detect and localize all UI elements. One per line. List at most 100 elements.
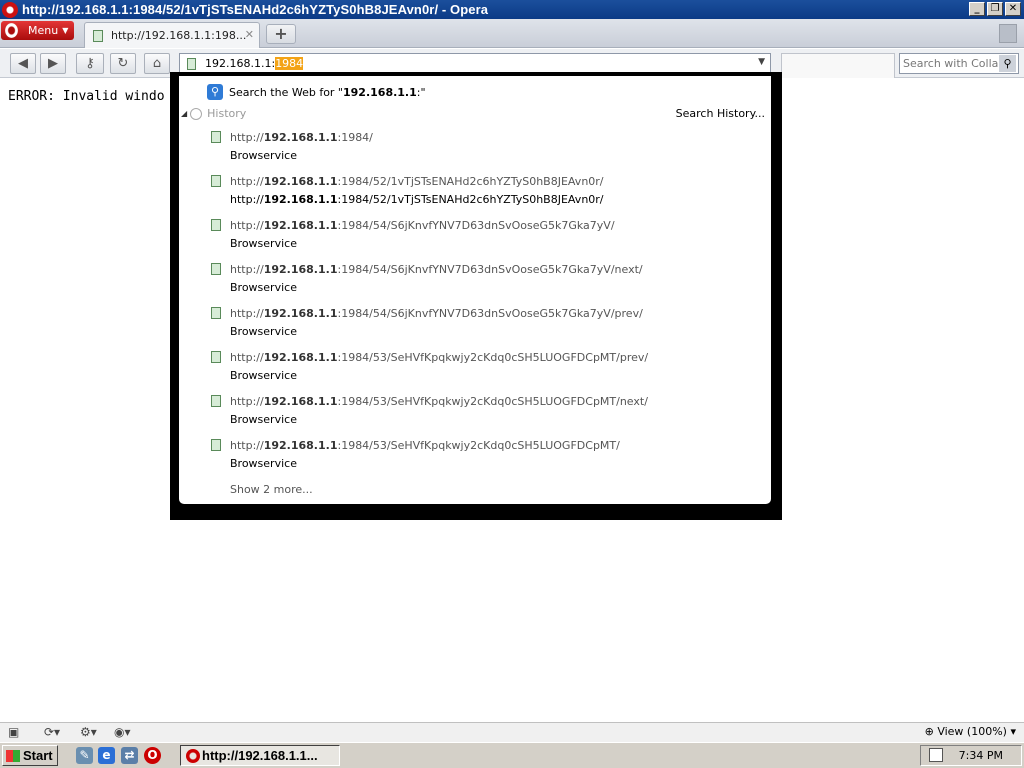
zoom-control[interactable]: ⊕ View (100%) ▾: [925, 725, 1016, 738]
history-url: http://192.168.1.1:1984/54/S6jKnvfYNV7D6…: [230, 263, 643, 276]
search-web-text: Search the Web for "192.168.1.1:": [229, 86, 426, 99]
page-favicon-icon: [93, 29, 103, 42]
url-host: 192.168.1.1: [263, 307, 338, 320]
page-favicon-icon: [211, 307, 221, 319]
task-label: http://192.168.1.1...: [202, 748, 318, 763]
taskbar-opera-window[interactable]: http://192.168.1.1...: [180, 745, 340, 766]
search-web-suggestion[interactable]: ⚲ Search the Web for "192.168.1.1:": [207, 84, 426, 100]
forward-button[interactable]: ▶: [40, 53, 66, 74]
search-web-host: 192.168.1.1: [343, 85, 417, 99]
windows-taskbar: Start ✎ e ⇄ O http://192.168.1.1... 7:34…: [0, 742, 1024, 768]
address-selected-port: 1984: [275, 57, 304, 70]
history-url: http://192.168.1.1:1984/: [230, 131, 373, 144]
url-host: 192.168.1.1: [263, 263, 338, 276]
show-more-link[interactable]: Show 2 more...: [230, 483, 313, 496]
address-field[interactable]: 192.168.1.1:1984 ▼: [179, 53, 771, 74]
history-item[interactable]: http://192.168.1.1:1984/ Browservice: [211, 129, 751, 169]
history-title: Browservice: [230, 413, 297, 426]
history-title: Browservice: [230, 325, 297, 338]
history-title: Browservice: [230, 281, 297, 294]
home-button[interactable]: ⌂: [144, 53, 170, 74]
key-icon: ⚷: [85, 56, 95, 71]
wand-button[interactable]: ⚷: [76, 53, 104, 74]
restore-button[interactable]: ❐: [987, 2, 1003, 16]
trash-icon[interactable]: [999, 24, 1017, 43]
network-app-icon[interactable]: ⇄: [121, 747, 138, 764]
history-url: http://192.168.1.1:1984/54/S6jKnvfYNV7D6…: [230, 307, 643, 320]
search-web-prefix: Search the Web for ": [229, 85, 343, 99]
url-host: 192.168.1.1: [263, 439, 338, 452]
arrow-right-icon: ▶: [48, 56, 58, 71]
page-favicon-icon: [211, 439, 221, 451]
history-item[interactable]: http://192.168.1.1:1984/54/S6jKnvfYNV7D6…: [211, 305, 751, 345]
tab-current[interactable]: http://192.168.1.1:198... ✕: [84, 22, 260, 48]
history-item[interactable]: http://192.168.1.1:1984/54/S6jKnvfYNV7D6…: [211, 261, 751, 301]
page-error-text: ERROR: Invalid windo: [8, 89, 165, 104]
page-favicon-icon: [211, 219, 221, 231]
minimize-button[interactable]: _: [969, 2, 985, 16]
history-url: http://192.168.1.1:1984/53/SeHVfKpqkwjy2…: [230, 351, 648, 364]
url-host: 192.168.1.1: [263, 175, 338, 188]
panel-toggle-icon[interactable]: ▣: [8, 725, 19, 739]
tab-bar: Menu ▼ http://192.168.1.1:198... ✕ +: [0, 19, 1024, 48]
history-item[interactable]: http://192.168.1.1:1984/53/SeHVfKpqkwjy2…: [211, 393, 751, 433]
sync-icon[interactable]: ⟳▾: [44, 725, 60, 739]
tray-clock: 7:34 PM: [958, 749, 1003, 762]
tab-close-icon[interactable]: ✕: [245, 28, 254, 41]
opera-o-icon: [186, 748, 200, 763]
search-icon[interactable]: ⚲: [999, 55, 1016, 72]
title-host: 192.168.1.1: [263, 193, 338, 206]
show-desktop-icon[interactable]: ✎: [76, 747, 93, 764]
url-prefix: http://: [230, 439, 264, 452]
back-button[interactable]: ◀: [10, 53, 36, 74]
reload-button[interactable]: ↻: [110, 53, 136, 74]
title-path: :1984/52/1vTjSTsENAHd2c6hYZTyS0hB8JEAvn0…: [337, 193, 604, 206]
opera-o-icon: [5, 23, 18, 38]
url-path: :1984/53/SeHVfKpqkwjy2cKdq0cSH5LUOGFDCpM…: [337, 439, 620, 452]
address-dropdown-icon[interactable]: ▼: [758, 57, 765, 67]
history-url: http://192.168.1.1:1984/54/S6jKnvfYNV7D6…: [230, 219, 615, 232]
turbo-icon[interactable]: ◉▾: [114, 725, 131, 739]
search-icon: ⚲: [207, 84, 223, 100]
page-thumbnail: [781, 53, 895, 78]
history-url: http://192.168.1.1:1984/52/1vTjSTsENAHd2…: [230, 175, 604, 188]
page-favicon-icon: [187, 57, 196, 70]
home-icon: ⌂: [152, 56, 162, 71]
address-text: 192.168.1.1:1984: [205, 57, 304, 70]
search-history-link[interactable]: Search History...: [676, 107, 765, 120]
start-label: Start: [23, 748, 53, 763]
history-section-header[interactable]: ◢ History: [181, 107, 246, 120]
history-title: http://192.168.1.1:1984/52/1vTjSTsENAHd2…: [230, 193, 604, 206]
url-path: :1984/54/S6jKnvfYNV7D63dnSvOoseG5k7Gka7y…: [337, 307, 643, 320]
collapse-triangle-icon: ◢: [181, 109, 188, 118]
title-prefix: http://: [230, 193, 264, 206]
url-path: :1984/54/S6jKnvfYNV7D63dnSvOoseG5k7Gka7y…: [337, 219, 615, 232]
history-item[interactable]: http://192.168.1.1:1984/54/S6jKnvfYNV7D6…: [211, 217, 751, 257]
network-icon[interactable]: ⚙▾: [80, 725, 97, 739]
history-title: Browservice: [230, 149, 297, 162]
opera-menu-button[interactable]: Menu ▼: [1, 21, 74, 40]
system-tray: 7:34 PM: [920, 745, 1022, 766]
menu-label: Menu: [28, 24, 59, 37]
history-url: http://192.168.1.1:1984/53/SeHVfKpqkwjy2…: [230, 395, 648, 408]
tray-network-icon[interactable]: [929, 748, 943, 762]
close-button[interactable]: ✕: [1005, 2, 1021, 16]
search-web-suffix: :": [416, 85, 426, 99]
url-path: :1984/52/1vTjSTsENAHd2c6hYZTyS0hB8JEAvn0…: [337, 175, 604, 188]
url-prefix: http://: [230, 219, 264, 232]
new-tab-button[interactable]: +: [266, 24, 296, 44]
history-item[interactable]: http://192.168.1.1:1984/53/SeHVfKpqkwjy2…: [211, 437, 751, 477]
page-favicon-icon: [211, 131, 221, 143]
history-item[interactable]: http://192.168.1.1:1984/53/SeHVfKpqkwjy2…: [211, 349, 751, 389]
url-prefix: http://: [230, 307, 264, 320]
url-prefix: http://: [230, 175, 264, 188]
search-input[interactable]: Search with Collab' ⚲: [899, 53, 1019, 74]
history-item[interactable]: http://192.168.1.1:1984/52/1vTjSTsENAHd2…: [211, 173, 751, 213]
opera-logo-icon: [2, 1, 18, 18]
windows-logo-icon: [6, 749, 20, 762]
start-button[interactable]: Start: [2, 745, 58, 766]
tab-title: http://192.168.1.1:198...: [111, 29, 247, 42]
internet-explorer-icon[interactable]: e: [98, 747, 115, 764]
opera-quicklaunch-icon[interactable]: O: [144, 747, 161, 764]
zoom-label: View (100%): [937, 725, 1007, 738]
